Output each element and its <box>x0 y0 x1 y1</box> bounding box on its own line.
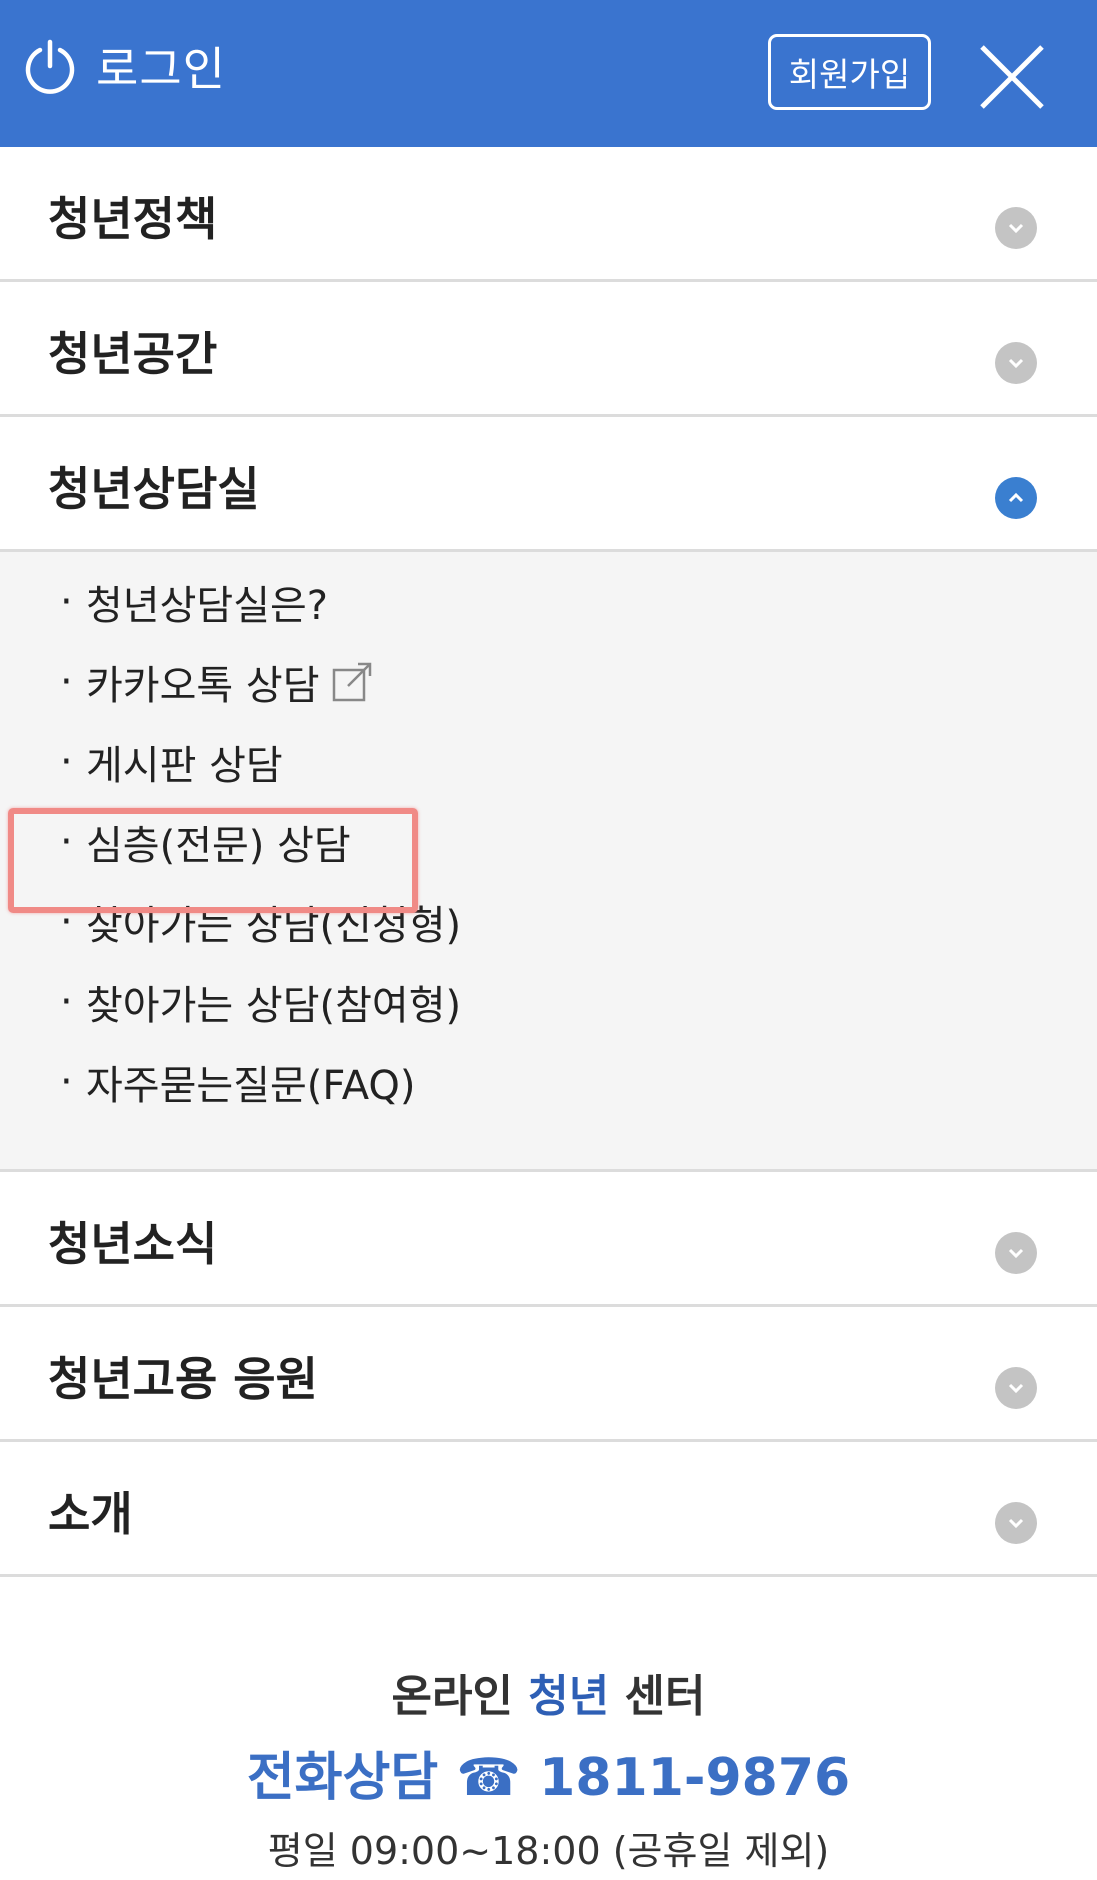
menu-item-label: 청년정책 <box>48 192 218 246</box>
chevron-down-icon[interactable] <box>995 342 1037 384</box>
menu-item-about[interactable]: 소개 <box>0 1442 1097 1577</box>
submenu-item-visiting-apply[interactable]: · 찾아가는 상담(신청형) <box>60 892 461 952</box>
chevron-up-icon[interactable] <box>995 477 1037 519</box>
menu-item-label: 청년상담실 <box>48 462 260 516</box>
submenu-item-label: 게시판 상담 <box>86 743 283 789</box>
submenu-item-board[interactable]: · 게시판 상담 <box>60 732 283 792</box>
submenu-item-faq[interactable]: · 자주묻는질문(FAQ) <box>60 1052 416 1112</box>
menu-item-youth-employment[interactable]: 청년고용 응원 <box>0 1307 1097 1442</box>
external-link-icon <box>332 662 371 702</box>
chevron-down-icon[interactable] <box>995 1232 1037 1274</box>
service-hours: 평일 09:00~18:00 (공휴일 제외) <box>267 1829 830 1873</box>
login-label: 로그인 <box>96 42 226 96</box>
menu-item-youth-space[interactable]: 청년공간 <box>0 282 1097 417</box>
submenu-item-kakaotalk[interactable]: · 카카오톡 상담 <box>60 652 374 712</box>
menu-item-label: 소개 <box>48 1487 133 1541</box>
submenu-item-label: 찾아가는 상담(참여형) <box>86 983 462 1029</box>
power-icon <box>25 39 75 94</box>
submenu-item-label: 찾아가는 상담(신청형) <box>86 903 462 949</box>
chevron-down-icon[interactable] <box>995 207 1037 249</box>
close-icon[interactable] <box>976 41 1048 113</box>
submenu-item-about[interactable]: · 청년상담실은? <box>60 572 328 632</box>
submenu-item-label: 청년상담실은? <box>86 583 329 629</box>
submenu-item-visiting-participate[interactable]: · 찾아가는 상담(참여형) <box>60 972 461 1032</box>
phone-counseling-link[interactable]: 전화상담 ☎ 1811-9876 <box>0 1735 1097 1810</box>
chevron-down-icon[interactable] <box>995 1367 1037 1409</box>
main-menu: 청년정책 청년공간 청년상담실 · 청년상담실은? · 카카오톡 상담 · 게시… <box>0 147 1097 1577</box>
submenu-item-label: 심층(전문) 상담 <box>86 823 351 869</box>
counseling-submenu: · 청년상담실은? · 카카오톡 상담 · 게시판 상담 · 심층(전문) 상담… <box>0 552 1097 1172</box>
menu-item-youth-policy[interactable]: 청년정책 <box>0 147 1097 282</box>
menu-item-label: 청년공간 <box>48 327 218 381</box>
chevron-down-icon[interactable] <box>995 1502 1037 1544</box>
submenu-item-label: 자주묻는질문(FAQ) <box>86 1063 416 1109</box>
submenu-item-in-depth[interactable]: · 심층(전문) 상담 <box>60 812 351 872</box>
submenu-item-label: 카카오톡 상담 <box>86 663 320 709</box>
menu-item-youth-counseling[interactable]: 청년상담실 <box>0 417 1097 552</box>
login-button[interactable]: 로그인 <box>24 34 226 98</box>
brand-highlight: 청년 <box>528 1671 610 1722</box>
menu-item-label: 청년고용 응원 <box>48 1352 318 1406</box>
signup-button[interactable]: 회원가입 <box>768 34 931 110</box>
menu-item-label: 청년소식 <box>48 1217 218 1271</box>
footer-brand: 온라인 청년 센터 <box>391 1671 706 1722</box>
menu-item-youth-news[interactable]: 청년소식 <box>0 1172 1097 1307</box>
menu-header: 로그인 회원가입 <box>0 0 1097 147</box>
